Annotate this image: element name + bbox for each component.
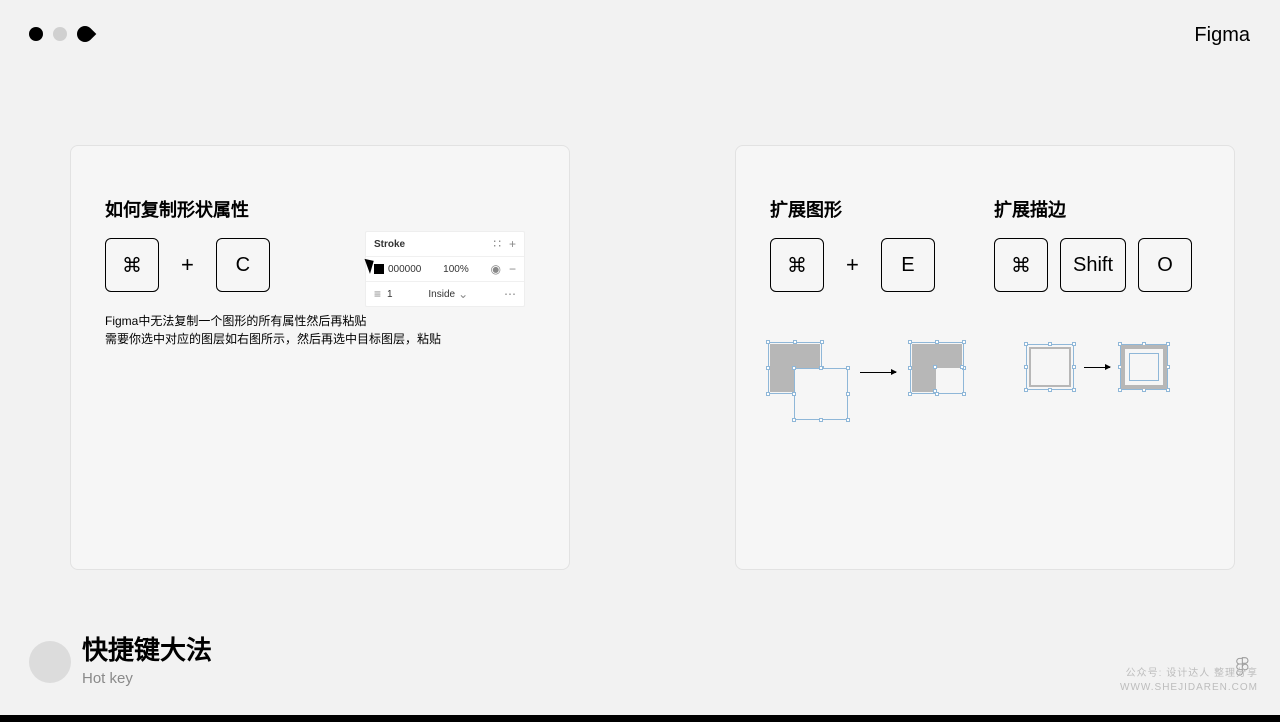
- card-title-e: 扩展图形: [770, 196, 842, 222]
- shortcut-row: ⌘ + C: [105, 238, 270, 292]
- desc-line: 需要你选中对应的图层如右图所示，然后再选中目标图层，粘贴: [105, 330, 441, 348]
- style-icon: ∷: [493, 237, 501, 251]
- card-expand: 扩展图形 扩展描边 ⌘ + E ⌘ Shift O: [735, 145, 1235, 570]
- shortcut-row-o: ⌘ Shift O: [994, 238, 1192, 292]
- opacity-value: 100%: [443, 264, 469, 275]
- illustration-flatten: [770, 344, 990, 434]
- footer-subtitle: Hot key: [82, 670, 133, 687]
- stroke-weight: 1: [387, 289, 393, 300]
- watermark-line: WWW.SHEJIDAREN.COM: [1120, 681, 1258, 695]
- color-value: 000000: [374, 264, 421, 275]
- stroke-align: Inside: [428, 289, 455, 300]
- desc-line: Figma中无法复制一个图形的所有属性然后再粘贴: [105, 312, 441, 330]
- remove-icon: −: [509, 262, 516, 276]
- card-title: 如何复制形状属性: [105, 196, 249, 222]
- more-icon: ⋯: [504, 287, 516, 301]
- card-copy-properties: 如何复制形状属性 ⌘ + C Stroke ∷ + 000000 100% ◉ …: [70, 145, 570, 570]
- key-cmd: ⌘: [994, 238, 1048, 292]
- chevron-down-icon: ⌄: [458, 287, 468, 301]
- card-title-o: 扩展描边: [994, 196, 1066, 222]
- key-C: C: [216, 238, 270, 292]
- footer-dot-icon: [29, 641, 71, 683]
- key-E: E: [881, 238, 935, 292]
- slide-page: Figma 如何复制形状属性 ⌘ + C Stroke ∷ + 000000 1…: [0, 0, 1280, 715]
- color-hex: 000000: [388, 264, 421, 275]
- dot-icon: [53, 27, 67, 41]
- dot-icon: [29, 27, 43, 41]
- add-icon: +: [509, 237, 516, 251]
- key-cmd: ⌘: [770, 238, 824, 292]
- description: Figma中无法复制一个图形的所有属性然后再粘贴 需要你选中对应的图层如右图所示…: [105, 312, 441, 348]
- stroke-panel: Stroke ∷ + 000000 100% ◉ − ≡ 1: [365, 231, 525, 307]
- traffic-dots: [29, 26, 93, 42]
- brand-label: Figma: [1194, 24, 1250, 47]
- watermark-line: 公众号: 设计达人 整理分享: [1120, 667, 1258, 681]
- eye-icon: ◉: [490, 262, 500, 276]
- weight-icon: ≡: [374, 287, 381, 301]
- key-cmd: ⌘: [105, 238, 159, 292]
- plus-icon: +: [181, 252, 194, 278]
- stroke-panel-title: Stroke: [374, 239, 405, 250]
- plus-icon: +: [846, 252, 859, 278]
- leaf-icon: [74, 23, 97, 46]
- illustration-outline-stroke: [1026, 344, 1226, 404]
- key-O: O: [1138, 238, 1192, 292]
- key-shift: Shift: [1060, 238, 1126, 292]
- footer-title: 快捷键大法: [82, 630, 212, 667]
- shortcut-row-e: ⌘ + E: [770, 238, 935, 292]
- watermark: 公众号: 设计达人 整理分享 WWW.SHEJIDAREN.COM: [1120, 667, 1258, 695]
